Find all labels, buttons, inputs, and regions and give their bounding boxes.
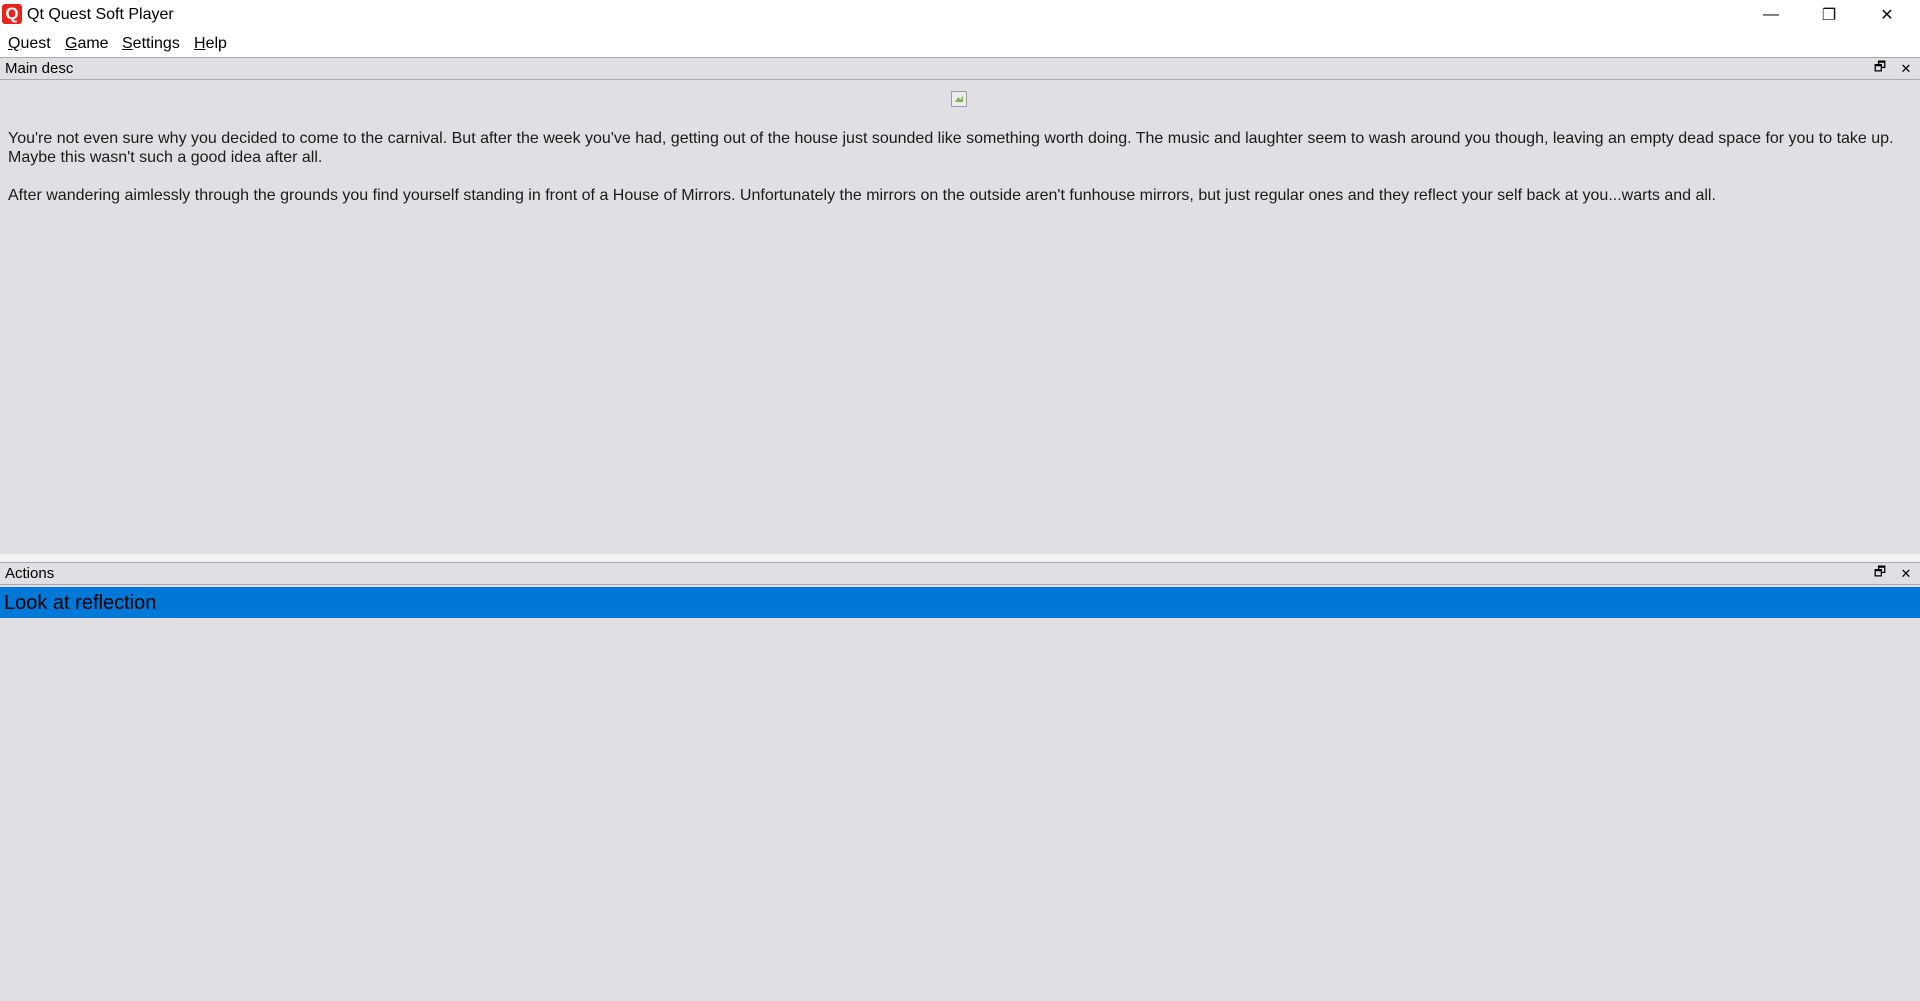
close-icon: ✕ — [1880, 7, 1894, 24]
close-icon: ✕ — [1900, 566, 1912, 581]
menu-settings[interactable]: Settings — [122, 34, 180, 54]
main-desc-dock-title: Main desc 🗗 ✕ — [0, 57, 1920, 80]
restore-button[interactable]: ❐ — [1800, 0, 1858, 30]
action-item-look-at-reflection[interactable]: Look at reflection — [0, 587, 1920, 618]
menu-bar: Quest Game Settings Help — [0, 30, 1920, 57]
window-title: Qt Quest Soft Player — [27, 6, 174, 23]
main-desc-float-button[interactable]: 🗗 — [1870, 59, 1890, 79]
title-bar: Q Qt Quest Soft Player — ❐ ✕ — [0, 0, 1920, 30]
broken-image-icon — [951, 91, 967, 107]
main-desc-close-button[interactable]: ✕ — [1896, 59, 1916, 79]
dock-splitter[interactable] — [0, 554, 1920, 562]
actions-dock-title: Actions 🗗 ✕ — [0, 562, 1920, 585]
close-window-button[interactable]: ✕ — [1858, 0, 1916, 30]
minimize-icon: — — [1763, 6, 1779, 23]
actions-title: Actions — [5, 565, 55, 582]
menu-help[interactable]: Help — [194, 34, 227, 54]
actions-float-button[interactable]: 🗗 — [1870, 564, 1890, 584]
float-icon: 🗗 — [1873, 59, 1887, 74]
close-icon: ✕ — [1900, 61, 1912, 76]
actions-close-button[interactable]: ✕ — [1896, 564, 1916, 584]
main-desc-title: Main desc — [5, 60, 74, 77]
restore-icon: ❐ — [1821, 7, 1837, 24]
menu-quest[interactable]: Quest — [8, 34, 51, 54]
description-paragraph: After wandering aimlessly through the gr… — [8, 187, 1716, 204]
actions-list-empty-area[interactable] — [0, 618, 1920, 1001]
menu-game[interactable]: Game — [65, 34, 109, 54]
float-icon: 🗗 — [1873, 564, 1887, 579]
quest-app-icon: Q — [2, 4, 22, 24]
action-label: Look at reflection — [4, 592, 157, 614]
description-paragraph: You're not even sure why you decided to … — [8, 130, 1894, 166]
minimize-button[interactable]: — — [1742, 0, 1800, 30]
